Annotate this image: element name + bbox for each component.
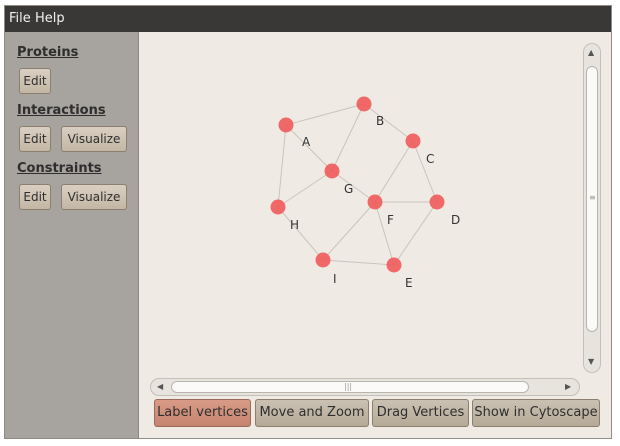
vertex-label-E: E [405, 276, 413, 290]
vertex-label-H: H [290, 218, 299, 232]
vertex-label-A: A [302, 135, 311, 149]
graph-canvas[interactable]: A B C D E F G H I [139, 32, 581, 382]
show-in-cytoscape-button[interactable]: Show in Cytoscape [472, 399, 600, 427]
graph-edge-G-H [277, 170, 333, 208]
vertex-label-I: I [333, 272, 337, 286]
vertex-F[interactable] [367, 194, 383, 210]
vertex-I[interactable] [315, 252, 331, 268]
graph-edge-C-F [374, 140, 414, 203]
constraints-edit-button[interactable]: Edit [19, 184, 51, 210]
move-zoom-button[interactable]: Move and Zoom [255, 399, 369, 427]
vertex-B[interactable] [356, 96, 372, 112]
vertex-C[interactable] [405, 133, 421, 149]
vertex-label-G: G [344, 182, 353, 196]
scroll-down-arrow-icon[interactable]: ▼ [588, 357, 594, 366]
vertex-label-C: C [426, 152, 434, 166]
graph-edges [277, 103, 438, 266]
sidebar: Proteins Edit Interactions Edit Visualiz… [5, 32, 139, 438]
vertex-label-B: B [376, 114, 384, 128]
proteins-heading: Proteins [17, 45, 79, 60]
graph-edge-F-I [322, 201, 376, 261]
drag-vertices-button[interactable]: Drag Vertices [372, 399, 469, 427]
vertical-scroll-thumb[interactable]: ≡ [586, 66, 598, 332]
scroll-right-arrow-icon[interactable]: ▶ [565, 382, 571, 391]
vertex-H[interactable] [270, 199, 286, 215]
interactions-edit-button[interactable]: Edit [19, 126, 51, 152]
graph-edge-G-F [331, 170, 376, 203]
vertex-E[interactable] [386, 257, 402, 273]
grip-icon: ||| [344, 382, 353, 391]
graph-edge-F-E [374, 201, 395, 266]
horizontal-scroll-thumb[interactable]: ||| [171, 381, 529, 393]
scroll-left-arrow-icon[interactable]: ◀ [157, 382, 163, 391]
graph-edge-H-I [277, 206, 324, 261]
grip-icon: ≡ [589, 193, 596, 202]
application-window: File Help Proteins Edit Interactions Edi… [4, 5, 612, 439]
scroll-up-arrow-icon[interactable]: ▲ [588, 48, 594, 57]
menu-help[interactable]: Help [35, 11, 65, 26]
vertex-label-D: D [451, 213, 460, 227]
vertex-label-F: F [387, 213, 394, 227]
graph-edge-B-G [331, 103, 365, 172]
graph-edge-E-D [393, 201, 438, 266]
menu-bar: File Help [5, 6, 611, 32]
graph-edge-I-E [322, 259, 395, 266]
menu-file[interactable]: File [9, 11, 31, 26]
graph-svg: A B C D E F G H I [270, 96, 460, 290]
graph-edge-A-H [277, 124, 287, 208]
graph-edge-C-D [412, 140, 438, 203]
graph-edge-A-B [285, 103, 365, 126]
horizontal-scrollbar[interactable]: ◀ ||| ▶ [150, 378, 580, 396]
vertical-scrollbar[interactable]: ▲ ≡ ▼ [583, 43, 601, 373]
constraints-heading: Constraints [17, 161, 102, 176]
vertex-G[interactable] [324, 163, 340, 179]
vertex-D[interactable] [429, 194, 445, 210]
interactions-visualize-button[interactable]: Visualize [61, 126, 127, 152]
graph-edge-B-C [363, 103, 414, 142]
constraints-visualize-button[interactable]: Visualize [61, 184, 127, 210]
vertex-A[interactable] [278, 117, 294, 133]
label-vertices-button[interactable]: Label vertices [154, 399, 251, 427]
proteins-edit-button[interactable]: Edit [19, 68, 51, 94]
interactions-heading: Interactions [17, 103, 106, 118]
